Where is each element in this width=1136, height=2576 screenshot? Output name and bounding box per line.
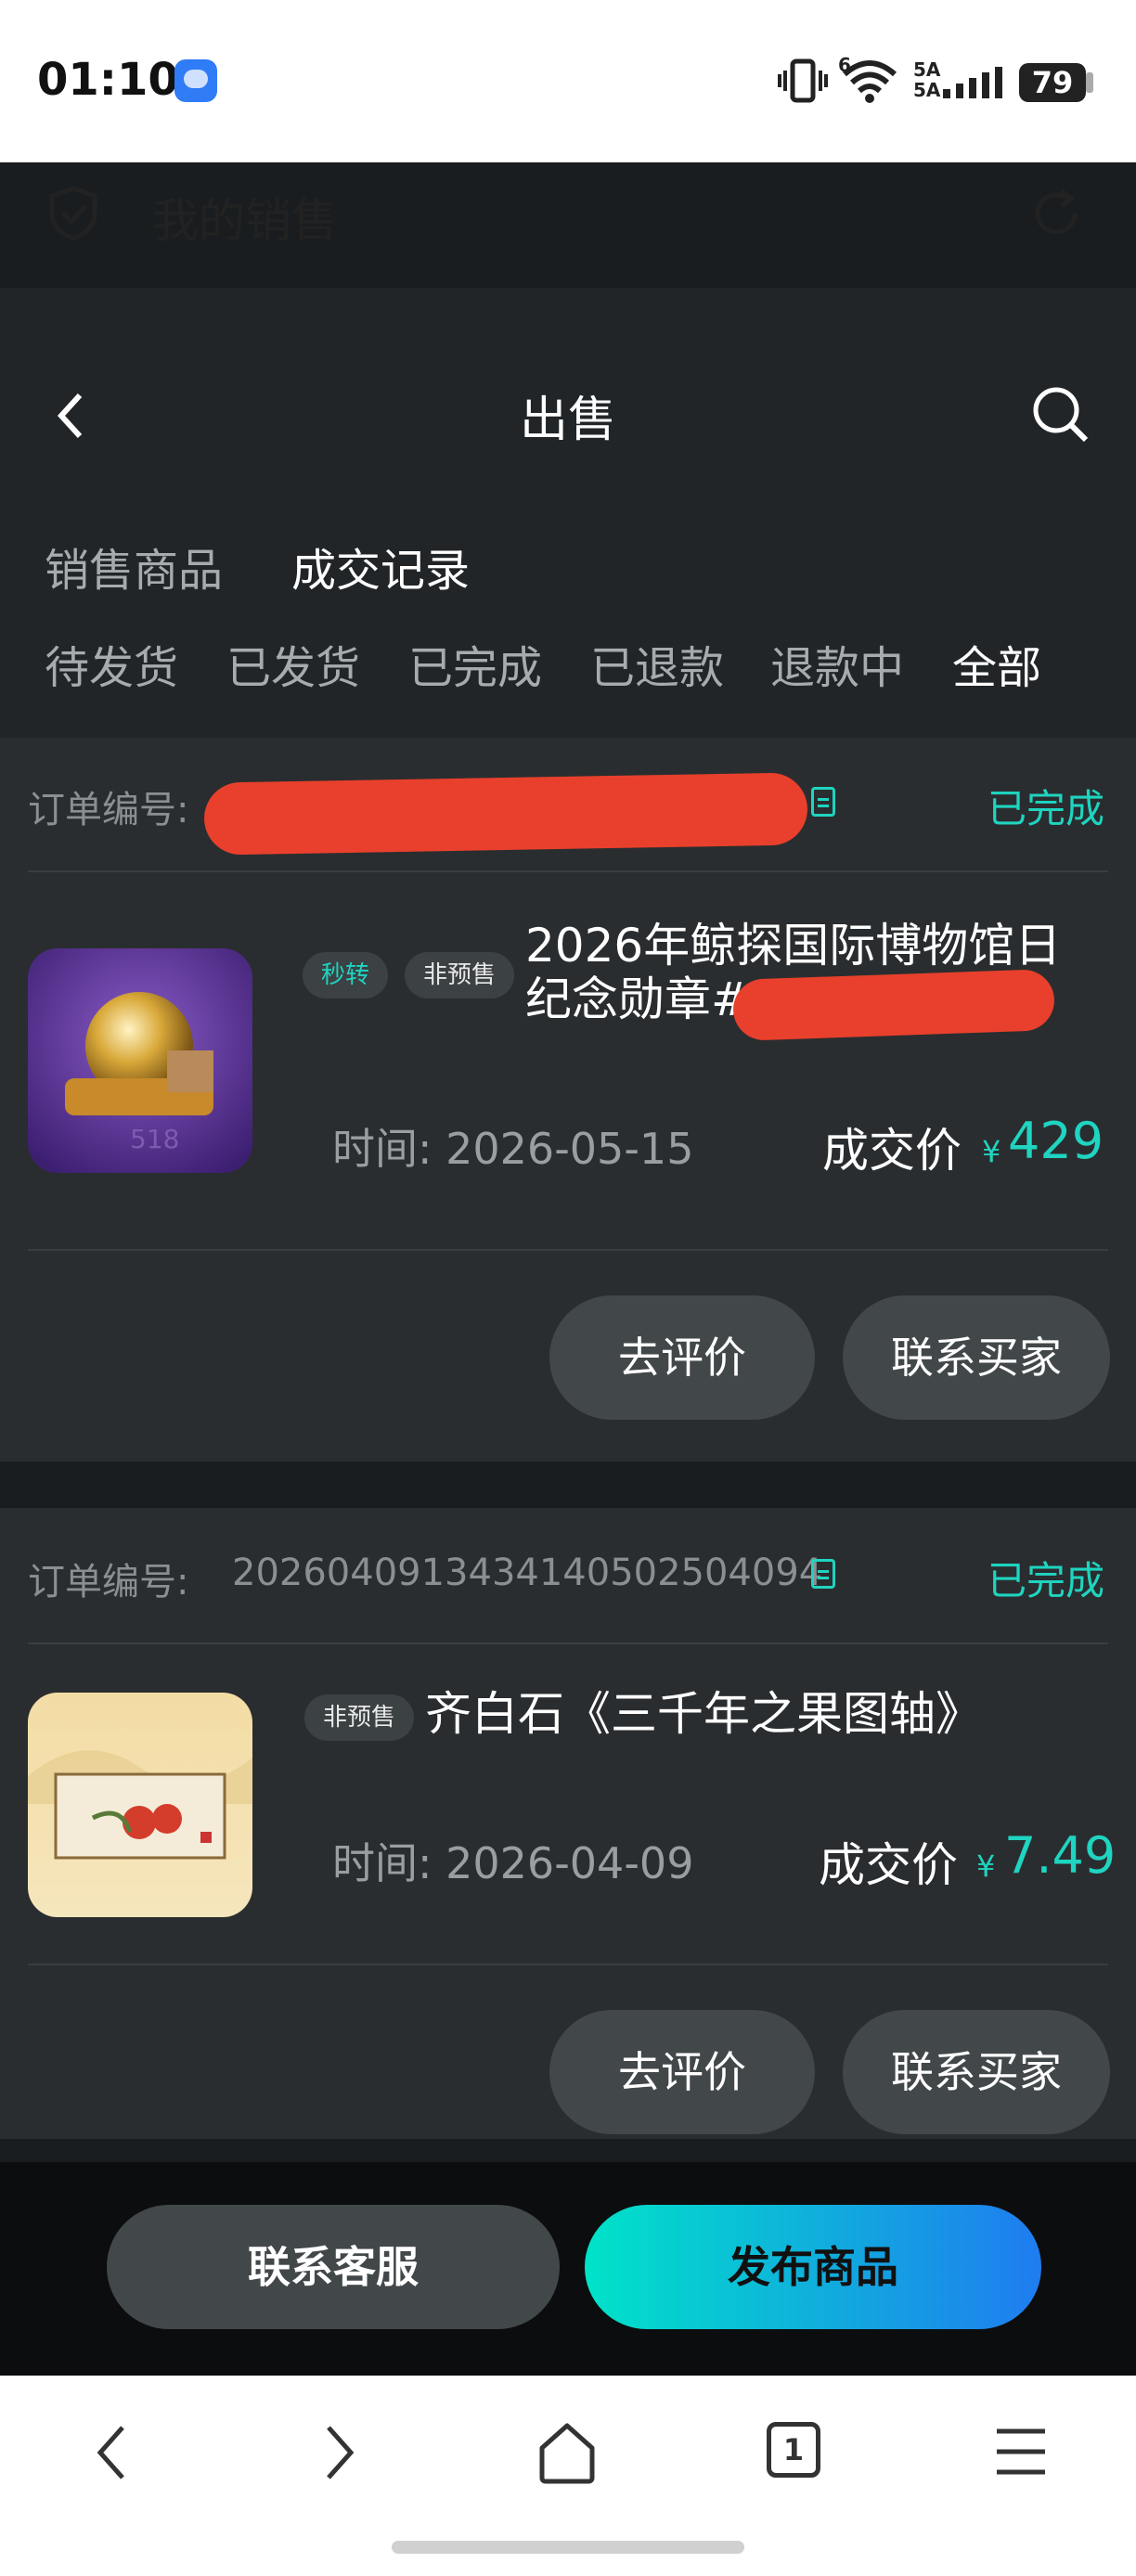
redaction-mark: [203, 772, 808, 856]
tag-non-presale: 非预售: [405, 952, 515, 998]
contact-buyer-button[interactable]: 联系买家: [843, 2010, 1110, 2134]
review-button[interactable]: 去评价: [549, 1295, 815, 1420]
filter-tab-shipped[interactable]: 已发货: [226, 631, 360, 696]
tabs-count-icon[interactable]: 1: [767, 2422, 820, 2478]
contact-support-button[interactable]: 联系客服: [107, 2205, 560, 2329]
deal-price-label: 成交价: [819, 1838, 958, 1892]
search-icon[interactable]: [1030, 384, 1090, 444]
home-indicator: [392, 2541, 744, 2554]
home-icon[interactable]: [536, 2420, 598, 2489]
order-number-label: 订单编号:: [28, 789, 189, 831]
battery-level: 79: [1019, 63, 1086, 102]
divider: [28, 1249, 1108, 1251]
status-time: 01:10: [37, 54, 179, 106]
browser-back-icon[interactable]: [93, 2422, 130, 2487]
review-button[interactable]: 去评价: [549, 2010, 815, 2134]
order-number: 20260409134341405025040​94: [232, 1552, 823, 1594]
product-thumbnail[interactable]: 518: [28, 948, 252, 1173]
page-title: 出售: [519, 393, 616, 448]
order-status: 已完成: [988, 786, 1105, 831]
product-name[interactable]: 齐白石《三千年之果图轴》: [425, 1687, 1112, 1741]
publish-item-button[interactable]: 发布商品: [585, 2205, 1041, 2329]
tag-instant-transfer: 秒转: [303, 952, 389, 998]
deal-price: 429: [1008, 1112, 1104, 1170]
tag-non-presale: 非预售: [304, 1694, 415, 1741]
shield-check-icon[interactable]: [48, 186, 98, 241]
signal-icon: [941, 65, 1002, 106]
filter-tab-all[interactable]: 全部: [952, 631, 1041, 696]
currency-symbol: ¥: [982, 1134, 1001, 1169]
reload-icon[interactable]: [1028, 186, 1084, 241]
redaction-mark: [731, 968, 1056, 1042]
divider: [28, 870, 1108, 872]
browser-forward-icon[interactable]: [321, 2422, 358, 2487]
filter-tab-refunding[interactable]: 退款中: [770, 631, 904, 696]
tab-sales-items[interactable]: 销售商品: [45, 534, 223, 599]
divider: [28, 1964, 1108, 1965]
copy-icon[interactable]: [811, 1559, 835, 1589]
filter-tab-pending-shipment[interactable]: 待发货: [45, 631, 178, 696]
deal-price: 7.49: [1004, 1826, 1117, 1885]
deal-time: 时间: 2026-04-09: [332, 1838, 694, 1888]
tab-deal-records[interactable]: 成交记录: [291, 534, 470, 599]
deal-time: 时间: 2026-05-15: [332, 1124, 694, 1174]
contact-buyer-button[interactable]: 联系买家: [843, 1295, 1110, 1420]
divider: [28, 1642, 1108, 1644]
order-status: 已完成: [988, 1558, 1105, 1604]
product-thumbnail[interactable]: [28, 1693, 252, 1917]
message-notification-icon: [174, 59, 217, 102]
deal-price-label: 成交价: [822, 1124, 962, 1178]
order-number-label: 订单编号:: [28, 1561, 189, 1604]
browser-page-title: 我的销售: [152, 194, 338, 248]
currency-symbol: ¥: [976, 1848, 996, 1884]
filter-tab-refunded[interactable]: 已退款: [590, 631, 724, 696]
copy-icon[interactable]: [811, 787, 835, 817]
menu-icon[interactable]: [993, 2426, 1049, 2481]
battery-cap: [1086, 72, 1093, 93]
filter-tab-completed[interactable]: 已完成: [408, 631, 542, 696]
wifi-generation: 6: [838, 54, 851, 76]
vibrate-icon: [778, 58, 828, 112]
network-type: 5A 5A: [913, 58, 941, 101]
svg-text:518: 518: [130, 1124, 179, 1154]
